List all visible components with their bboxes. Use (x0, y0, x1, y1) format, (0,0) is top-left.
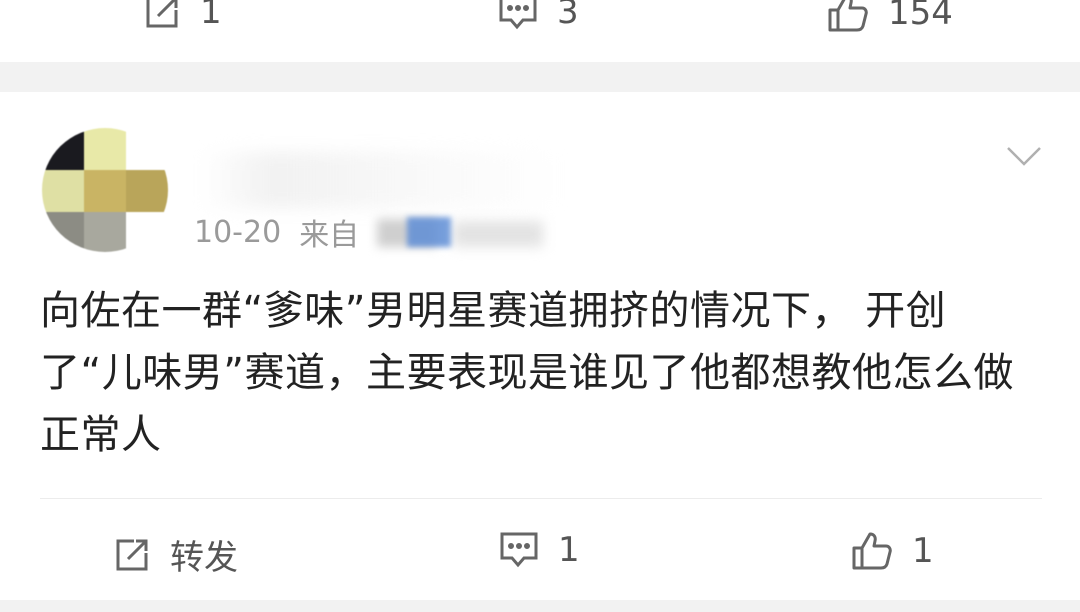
like-count: 1 (912, 531, 934, 571)
username-redacted[interactable] (200, 152, 560, 208)
action-divider (40, 498, 1042, 499)
post-content: 向佐在一群“爹味”男明星赛道拥挤的情况下， 开创了“儿味男”赛道，主要表现是谁见… (40, 288, 1014, 458)
prev-comment-button[interactable]: 3 (497, 0, 579, 32)
post-source-prefix: 来自 (299, 218, 360, 253)
prev-like-count: 154 (888, 0, 953, 33)
post-source-redacted (377, 215, 547, 249)
prev-post-action-bar: 1 3 154 (0, 0, 1080, 48)
comment-button[interactable]: 1 (498, 530, 580, 570)
repost-button[interactable]: 转发 (112, 530, 238, 579)
post-date: 10-20 (194, 214, 282, 250)
repost-label: 转发 (170, 538, 238, 578)
comment-icon (498, 530, 540, 570)
repost-icon (142, 0, 182, 32)
like-icon (850, 530, 894, 572)
post-meta: 10-20 来自 (194, 210, 547, 254)
comment-count: 1 (558, 530, 580, 570)
chevron-down-icon[interactable] (1004, 144, 1044, 172)
prev-repost-count: 1 (200, 0, 222, 32)
prev-comment-count: 3 (557, 0, 579, 32)
like-button[interactable]: 1 (850, 530, 934, 572)
post-card[interactable]: 10-20 来自 向佐在一群“爹味”男明星赛道拥挤的情况下， 开创了“儿味男”赛… (0, 92, 1080, 600)
comment-icon (497, 0, 539, 32)
post-action-bar: 转发 1 1 (0, 512, 1080, 588)
feed-separator (0, 600, 1080, 612)
avatar[interactable] (42, 128, 168, 252)
prev-repost-button[interactable]: 1 (142, 0, 222, 32)
repost-icon (112, 535, 152, 575)
prev-like-button[interactable]: 154 (826, 0, 953, 34)
feed-separator (0, 62, 1080, 92)
like-icon (826, 0, 870, 34)
